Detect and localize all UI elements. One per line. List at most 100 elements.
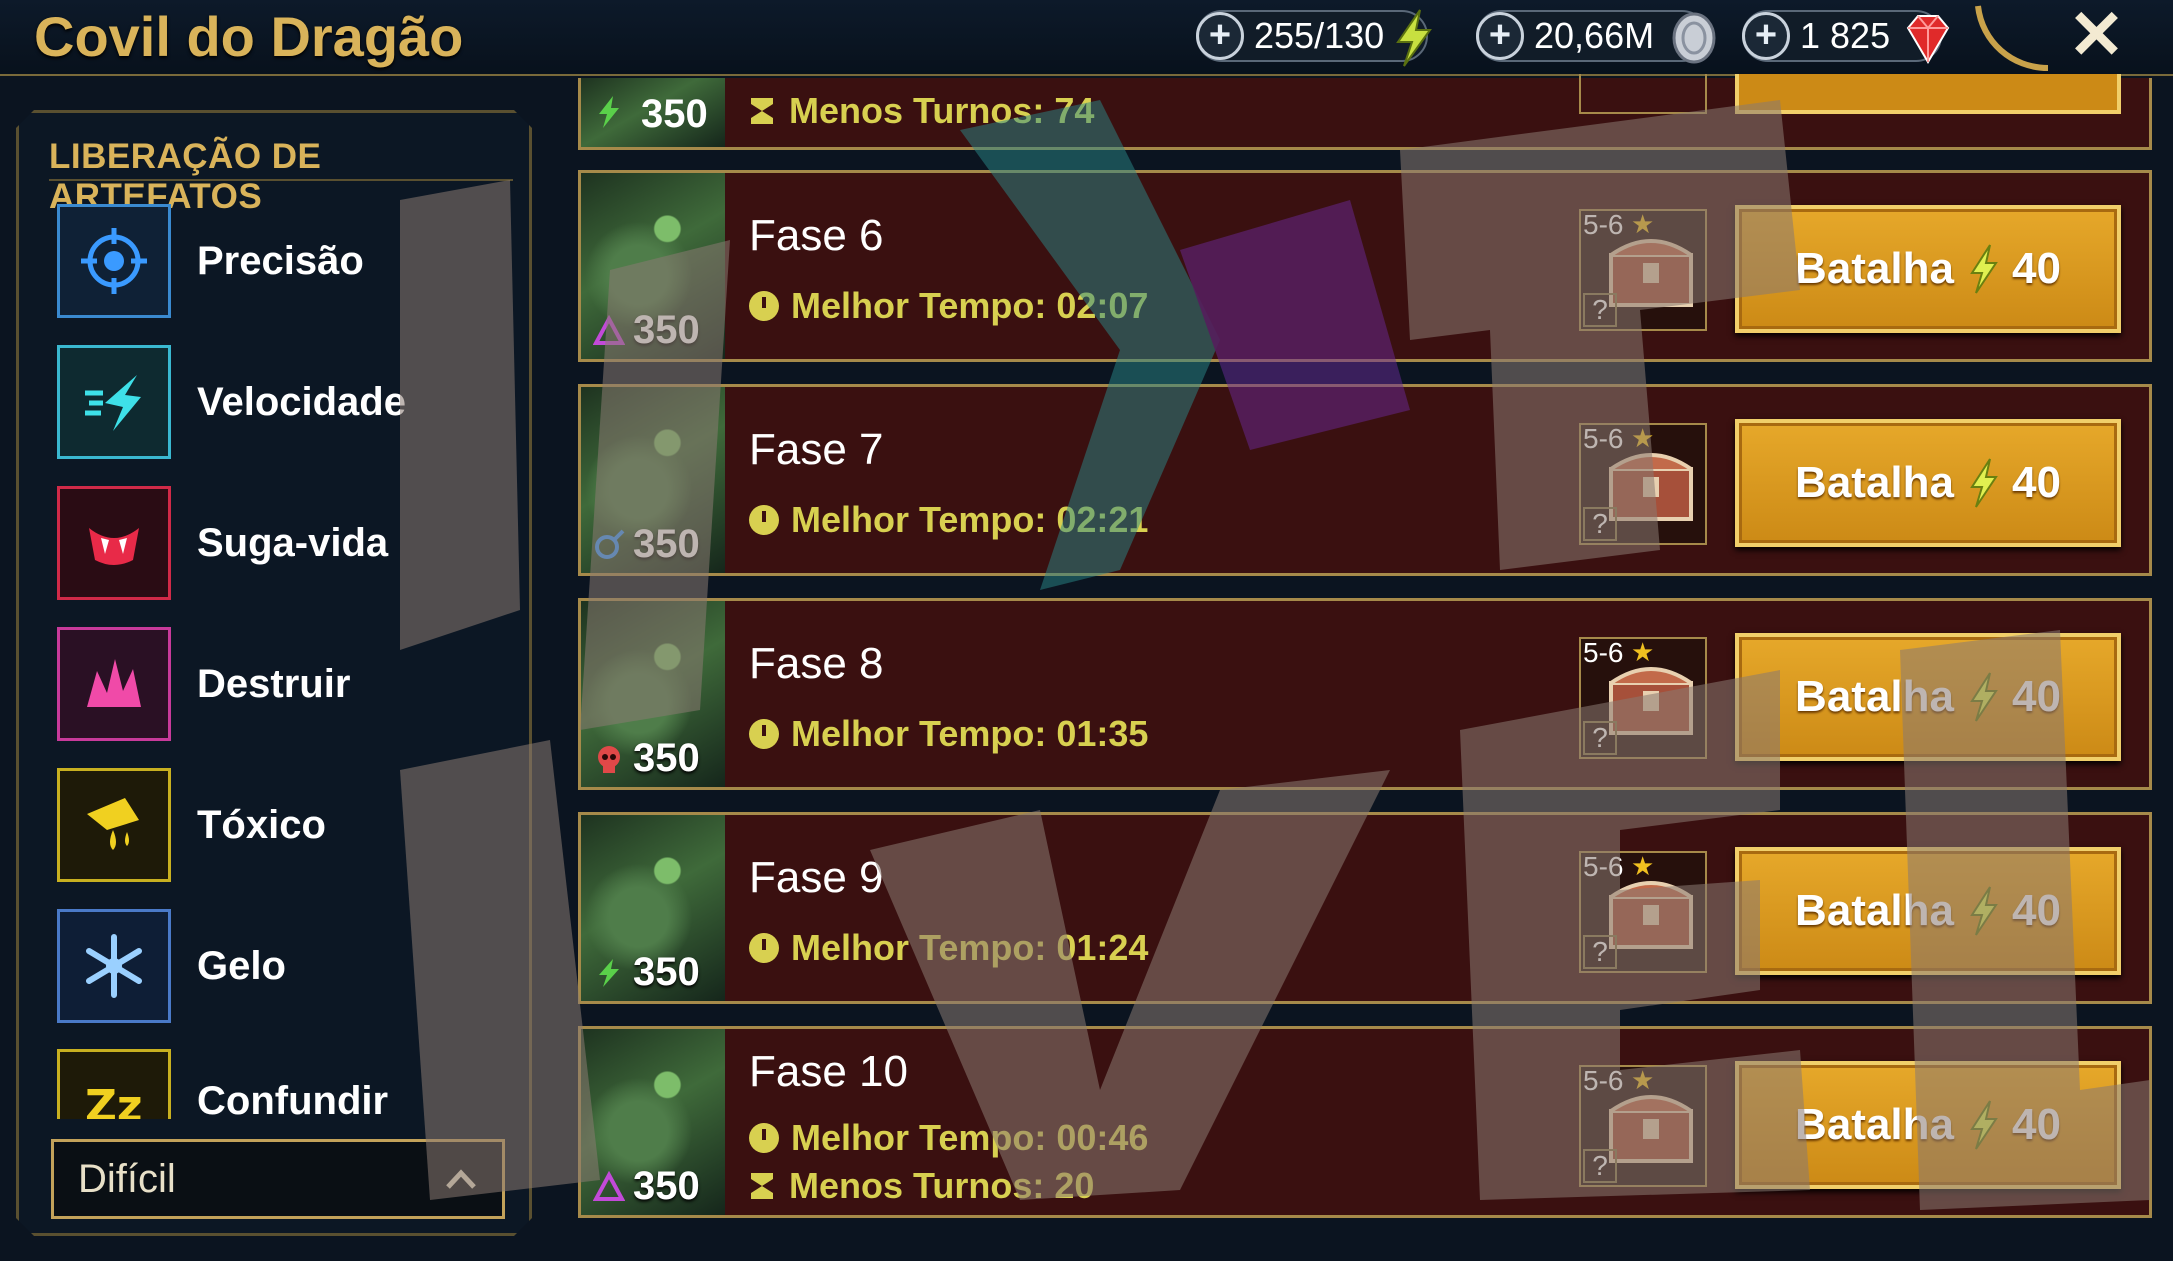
unknown-reward-icon: ? <box>1583 1149 1617 1183</box>
lightning-icon <box>1970 244 1998 294</box>
battle-cost: 40 <box>2012 1100 2061 1149</box>
stage-row-6[interactable]: 350 Fase 6 Melhor Tempo: 02:07 5-6 ★ ? B… <box>578 170 2152 362</box>
hourglass-icon <box>751 98 773 124</box>
battle-cost: 40 <box>2012 886 2061 935</box>
stage-turns: Menos Turnos: 20 <box>749 1165 1094 1207</box>
reward-rank: 5-6 <box>1583 851 1624 882</box>
shatter-icon <box>57 627 171 741</box>
stage-row-8[interactable]: 350 Fase 8 Melhor Tempo: 01:35 5-6 ★ ? B… <box>578 598 2152 790</box>
stage-best-time-text: Melhor Tempo: 01:35 <box>791 713 1149 754</box>
lightning-affinity-icon <box>599 959 619 987</box>
reward-chest[interactable]: 5-6 ★ ? <box>1579 209 1707 331</box>
stage-energy: 350 <box>633 308 700 352</box>
sidebar-item-label: Confundir <box>197 1079 389 1119</box>
difficulty-value: Difícil <box>78 1156 176 1201</box>
sidebar-item-confundir[interactable]: Zz Confundir <box>57 1049 527 1119</box>
battle-button[interactable]: Batalha 40 <box>1735 847 2121 975</box>
artifact-set-sidebar: LIBERAÇÃO DE ARTEFATOS Precisão Velocida… <box>16 110 532 1236</box>
silver-counter[interactable]: + 20,66M <box>1476 10 1716 64</box>
close-icon[interactable]: ✕ <box>2068 0 2125 75</box>
sidebar-item-label: Velocidade <box>197 379 406 424</box>
sidebar-item-destruir[interactable]: Destruir <box>57 626 527 742</box>
gems-value: 1 825 <box>1800 15 1891 56</box>
battle-button[interactable] <box>1735 74 2121 114</box>
reward-chest[interactable]: 5-6 ★ ? <box>1579 1065 1707 1187</box>
battle-button[interactable]: Batalha 40 <box>1735 633 2121 761</box>
difficulty-select[interactable]: Difícil <box>51 1139 505 1219</box>
sleep-zz-icon: Zz <box>57 1049 171 1119</box>
reward-rank: 5-6 <box>1583 423 1624 454</box>
stage-best-time: Melhor Tempo: 02:07 <box>749 285 1148 327</box>
star-icon: ★ <box>1631 1065 1655 1095</box>
clock-icon <box>749 719 779 749</box>
battle-button[interactable]: Batalha 40 <box>1735 205 2121 333</box>
unknown-reward-icon: ? <box>1583 721 1617 755</box>
crosshair-icon <box>57 204 171 318</box>
stage-row-9[interactable]: 350 Fase 9 Melhor Tempo: 01:24 5-6 ★ ? B… <box>578 812 2152 1004</box>
lightning-icon <box>599 96 619 128</box>
silver-coin-icon <box>1672 12 1716 64</box>
clock-icon <box>749 291 779 321</box>
stage-name: Fase 9 <box>749 853 884 902</box>
reward-rank: 5-6 <box>1583 1065 1624 1096</box>
stage-best-time: Melhor Tempo: 02:21 <box>749 499 1148 541</box>
lightning-icon <box>1970 886 1998 936</box>
lightning-icon <box>1396 9 1432 67</box>
stage-energy: 350 <box>633 1164 700 1208</box>
crescent-icon <box>1975 5 2049 71</box>
stage-name: Fase 8 <box>749 639 884 688</box>
sidebar-item-gelo[interactable]: Gelo <box>57 908 527 1024</box>
lightning-icon <box>1970 1100 1998 1150</box>
reward-chest[interactable]: 5-6 ★ ? <box>1579 637 1707 759</box>
lightning-icon <box>1970 672 1998 722</box>
battle-cost: 40 <box>2012 672 2061 721</box>
stage-energy: 350 <box>641 92 708 136</box>
stage-turns: Menos Turnos: 74 <box>749 90 1094 132</box>
battle-button[interactable]: Batalha 40 <box>1735 419 2121 547</box>
add-gems-button[interactable]: + <box>1742 12 1790 60</box>
clock-icon <box>749 933 779 963</box>
speed-affinity-icon <box>595 529 625 559</box>
sidebar-item-toxico[interactable]: Tóxico <box>57 767 527 883</box>
speed-bird-icon <box>57 345 171 459</box>
sidebar-item-precisao[interactable]: Precisão <box>57 203 527 319</box>
silver-value: 20,66M <box>1534 15 1655 56</box>
divider <box>49 179 513 181</box>
poison-drop-icon <box>57 768 171 882</box>
clock-icon <box>749 1123 779 1153</box>
stage-row-10[interactable]: 350 Fase 10 Melhor Tempo: 00:46 Menos Tu… <box>578 1026 2152 1218</box>
stage-row-partial[interactable]: 350 Menos Turnos: 74 <box>578 74 2152 150</box>
sidebar-item-label: Gelo <box>197 943 286 988</box>
stage-best-time-text: Melhor Tempo: 01:24 <box>791 927 1149 968</box>
reward-chest[interactable]: 5-6 ★ ? <box>1579 851 1707 973</box>
sidebar-item-label: Destruir <box>197 661 351 706</box>
skull-affinity-icon <box>598 746 620 773</box>
battle-cost: 40 <box>2012 458 2061 507</box>
star-icon: ★ <box>1631 423 1655 453</box>
snowflake-icon <box>57 909 171 1023</box>
reward-chest[interactable] <box>1579 74 1707 114</box>
stage-row-7[interactable]: 350 Fase 7 Melhor Tempo: 02:21 5-6 ★ ? B… <box>578 384 2152 576</box>
ruby-icon <box>1906 15 1950 64</box>
add-energy-button[interactable]: + <box>1196 12 1244 60</box>
battle-label: Batalha <box>1795 672 1954 721</box>
unknown-reward-icon: ? <box>1583 293 1617 327</box>
sidebar-item-suga-vida[interactable]: Suga-vida <box>57 485 527 601</box>
reward-chest[interactable]: 5-6 ★ ? <box>1579 423 1707 545</box>
sidebar-item-velocidade[interactable]: Velocidade <box>57 344 527 460</box>
gems-counter[interactable]: + 1 825 <box>1742 10 1950 64</box>
stage-energy: 350 <box>633 736 700 780</box>
stage-best-time-text: Melhor Tempo: 02:21 <box>791 499 1149 540</box>
star-icon: ★ <box>1631 209 1655 239</box>
unknown-reward-icon: ? <box>1583 935 1617 969</box>
star-icon: ★ <box>1631 637 1655 667</box>
battle-button[interactable]: Batalha 40 <box>1735 1061 2121 1189</box>
triangle-affinity-icon <box>593 1171 625 1201</box>
battle-label: Batalha <box>1795 244 1954 293</box>
battle-cost: 40 <box>2012 244 2061 293</box>
stage-name: Fase 7 <box>749 425 884 474</box>
stage-turns-text: Menos Turnos: 74 <box>789 90 1095 131</box>
energy-counter[interactable]: + 255/130 <box>1196 9 1432 67</box>
stage-best-time-text: Melhor Tempo: 02:07 <box>791 285 1149 326</box>
add-silver-button[interactable]: + <box>1476 12 1524 60</box>
